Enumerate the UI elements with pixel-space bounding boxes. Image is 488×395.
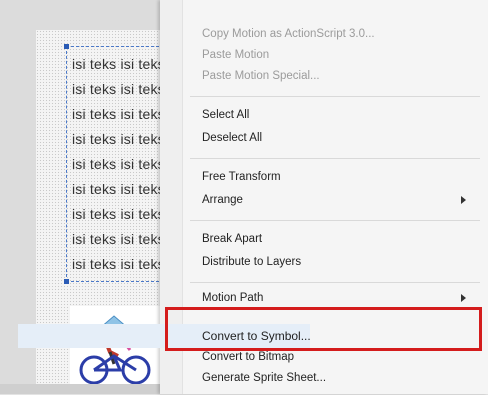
menu-item-paste-motion-special[interactable]: Paste Motion Special...	[202, 66, 320, 86]
menu-separator	[190, 158, 480, 159]
menu-item-select-all[interactable]: Select All	[202, 105, 249, 125]
menu-item-generate-sprite-sheet[interactable]: Generate Sprite Sheet...	[202, 368, 326, 388]
menu-item-copy-motion-as3[interactable]: Copy Motion as ActionScript 3.0...	[202, 24, 375, 44]
selection-handle-bottom-left[interactable]	[64, 279, 69, 284]
menu-item-deselect-all[interactable]: Deselect All	[202, 128, 262, 148]
selection-handle-top-left[interactable]	[64, 44, 69, 49]
bicycle-rider-illustration[interactable]	[70, 306, 162, 390]
bicycle-icon	[79, 315, 151, 385]
submenu-arrow-icon	[461, 196, 466, 204]
menu-item-motion-path[interactable]: Motion Path	[202, 288, 263, 308]
menu-item-distribute-to-layers[interactable]: Distribute to Layers	[202, 252, 301, 272]
submenu-arrow-icon	[461, 294, 466, 302]
menu-separator	[190, 220, 480, 221]
menu-separator	[190, 282, 480, 283]
menu-item-arrange[interactable]: Arrange	[202, 190, 243, 210]
menu-separator	[190, 96, 480, 97]
annotation-highlight-box	[165, 307, 482, 351]
menu-item-convert-to-bitmap[interactable]: Convert to Bitmap	[202, 350, 294, 364]
menu-item-free-transform[interactable]: Free Transform	[202, 167, 281, 187]
menu-item-break-apart[interactable]: Break Apart	[202, 229, 262, 249]
menu-item-paste-motion[interactable]: Paste Motion	[202, 45, 269, 65]
